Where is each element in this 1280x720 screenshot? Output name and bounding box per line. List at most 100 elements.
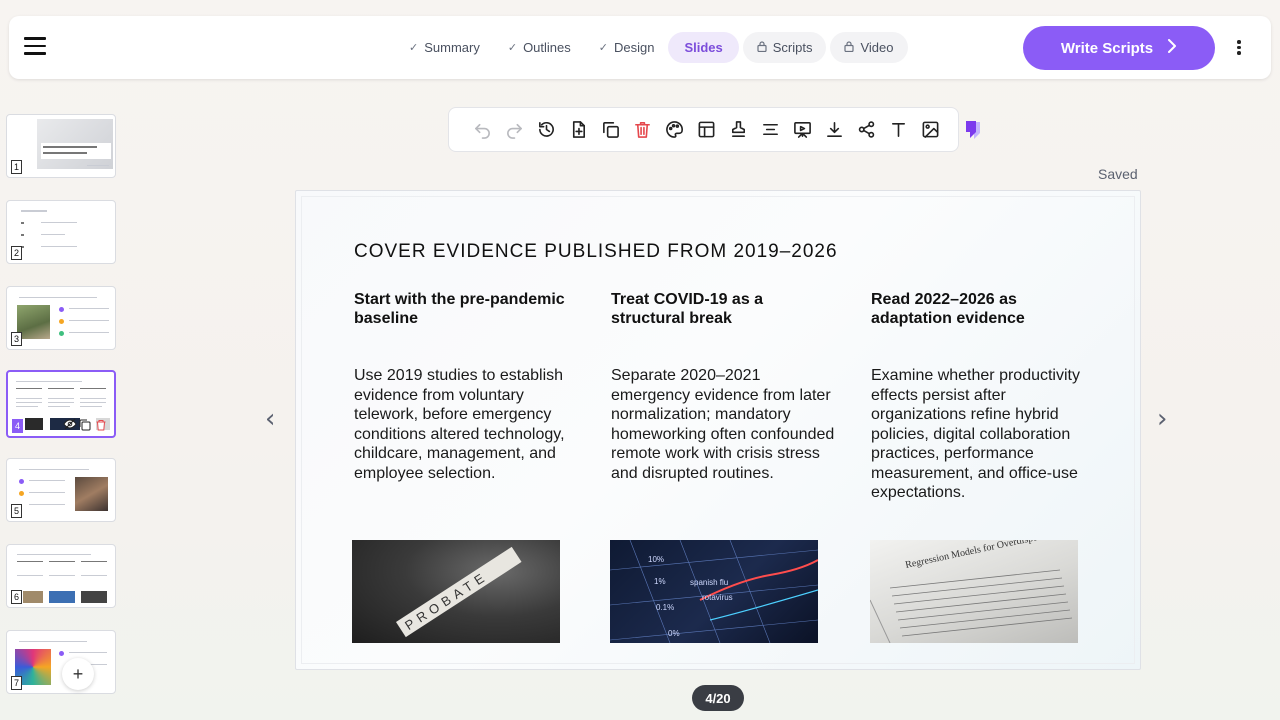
column-heading[interactable]: Treat COVID-19 as a structural break [611, 290, 836, 366]
lock-icon [757, 40, 767, 55]
thumbnail-image [23, 591, 43, 603]
text-line [17, 575, 43, 576]
more-options-icon[interactable] [1235, 40, 1243, 56]
delete-slide-icon[interactable] [95, 418, 107, 436]
text-line [16, 402, 42, 403]
step-label: Outlines [523, 40, 571, 55]
text-line [17, 561, 43, 562]
thumbnail-slide-3[interactable]: 3 [6, 286, 116, 350]
image-icon[interactable] [914, 114, 946, 146]
hide-slide-icon[interactable] [63, 417, 77, 436]
text-line [49, 575, 75, 576]
share-icon[interactable] [850, 114, 882, 146]
thumbnail-image [81, 591, 107, 603]
text-icon[interactable] [882, 114, 914, 146]
step-slides[interactable]: Slides [668, 32, 739, 63]
text-line [80, 406, 102, 407]
bullet-dot [59, 319, 64, 324]
column-heading[interactable]: Start with the pre-pandemic baseline [354, 290, 579, 366]
text-line [48, 398, 74, 399]
ai-assistant-icon[interactable] [964, 119, 988, 141]
text-line [16, 381, 82, 382]
thumbnail-slide-1[interactable]: 1 [6, 114, 116, 178]
next-slide-arrow[interactable]: › [1157, 404, 1167, 434]
redo-icon[interactable] [498, 114, 530, 146]
text-line [29, 480, 65, 481]
thumbnail-image [25, 418, 43, 430]
delete-icon[interactable] [626, 114, 658, 146]
tile-text: PROBATE [402, 568, 491, 633]
step-video[interactable]: Video [830, 32, 908, 63]
text-line [81, 561, 107, 562]
add-slide-icon[interactable] [562, 114, 594, 146]
step-outlines[interactable]: ✓ Outlines [494, 32, 585, 63]
text-line [43, 152, 87, 154]
palette-icon[interactable] [658, 114, 690, 146]
text-line [80, 388, 106, 389]
slide-canvas[interactable]: COVER EVIDENCE PUBLISHED FROM 2019–2026 … [295, 190, 1141, 670]
column-body[interactable]: Examine whether productivity effects per… [871, 366, 1096, 503]
text-line [69, 308, 109, 309]
write-scripts-button[interactable]: Write Scripts [1023, 26, 1215, 70]
top-bar: ✓ Summary ✓ Outlines ✓ Design Slides Scr… [9, 16, 1271, 79]
thumbnail-image [75, 477, 108, 511]
bullet-dot [59, 331, 64, 336]
undo-icon[interactable] [466, 114, 498, 146]
svg-text:0.1%: 0.1% [656, 603, 674, 612]
thumbnail-slide-4[interactable]: 4 [6, 370, 116, 438]
slide-number: 6 [11, 590, 23, 604]
bullet-dot [19, 491, 24, 496]
textbook-page-image[interactable]: Regression Models for Overdispersed Coun… [870, 540, 1078, 643]
text-line [69, 320, 109, 321]
text-line [16, 406, 38, 407]
content-column-3: Read 2022–2026 as adaptation evidence Ex… [871, 290, 1096, 503]
write-scripts-label: Write Scripts [1060, 39, 1154, 57]
step-scripts[interactable]: Scripts [742, 32, 827, 63]
text-line [81, 575, 107, 576]
layout-icon[interactable] [690, 114, 722, 146]
column-heading[interactable]: Read 2022–2026 as adaptation evidence [871, 290, 1096, 366]
step-label: Slides [684, 40, 723, 55]
svg-text:10%: 10% [648, 555, 664, 564]
text-line [87, 165, 109, 166]
thumbnail-slide-2[interactable]: 2 [6, 200, 116, 264]
text-line [80, 398, 106, 399]
text-line [48, 402, 74, 403]
step-summary[interactable]: ✓ Summary [395, 32, 494, 63]
menu-icon[interactable] [24, 37, 46, 57]
probate-tiles-image[interactable]: PROBATE [352, 540, 560, 643]
thumbnail-slide-6[interactable]: 6 [6, 544, 116, 608]
step-label: Summary [424, 40, 480, 55]
thumbnail-slide-7[interactable]: 7 [6, 630, 116, 694]
text-line [48, 388, 74, 389]
column-body[interactable]: Use 2019 studies to establish evidence f… [354, 366, 579, 483]
download-icon[interactable] [818, 114, 850, 146]
column-body[interactable]: Separate 2020–2021 emergency evidence fr… [611, 366, 836, 483]
bullet-dot [59, 651, 64, 656]
stamp-icon[interactable] [722, 114, 754, 146]
text-line [16, 398, 42, 399]
check-icon: ✓ [409, 42, 419, 54]
duplicate-slide-icon[interactable] [79, 418, 91, 436]
step-design[interactable]: ✓ Design [585, 32, 669, 63]
slide-title[interactable]: COVER EVIDENCE PUBLISHED FROM 2019–2026 [354, 241, 838, 263]
content-column-2: Treat COVID-19 as a structural break Sep… [611, 290, 836, 483]
text-line [19, 469, 89, 470]
data-screen-image[interactable]: 10% 1% 0.1% 0% spanish flu rotavirus [610, 540, 818, 643]
history-icon[interactable] [530, 114, 562, 146]
previous-slide-arrow[interactable]: ‹ [265, 404, 275, 434]
text-line [21, 210, 47, 212]
step-label: Scripts [772, 40, 813, 55]
text-line [41, 234, 65, 235]
slide-number: 5 [11, 504, 23, 518]
chevron-right-icon [1167, 39, 1177, 57]
text-line [43, 146, 97, 148]
add-slide-button[interactable]: + [62, 658, 94, 690]
book-heading: Regression Models for Overdispersed Coun… [904, 540, 1078, 571]
duplicate-icon[interactable] [594, 114, 626, 146]
text-line [29, 504, 65, 505]
align-icon[interactable] [754, 114, 786, 146]
content-column-1: Start with the pre-pandemic baseline Use… [354, 290, 579, 483]
thumbnail-slide-5[interactable]: 5 [6, 458, 116, 522]
present-icon[interactable] [786, 114, 818, 146]
